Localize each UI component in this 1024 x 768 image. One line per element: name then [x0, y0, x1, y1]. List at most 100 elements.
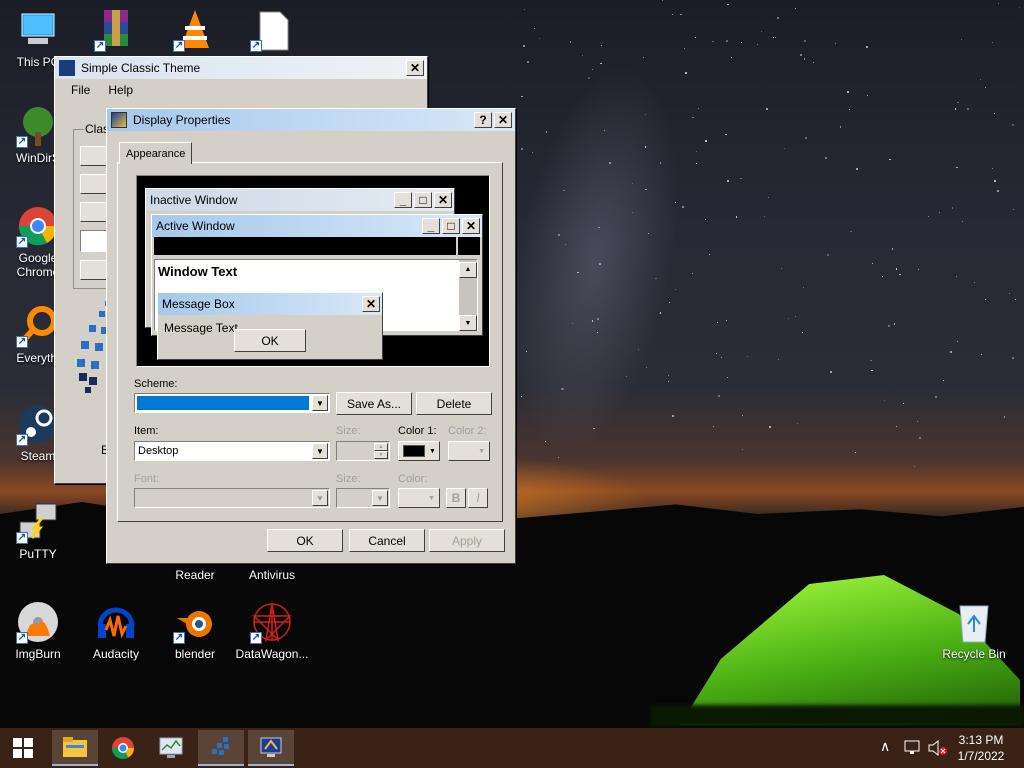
save-as-button[interactable]: Save As...: [336, 392, 412, 415]
chevron-down-icon: ▼: [478, 447, 485, 455]
bold-button[interactable]: B: [446, 488, 466, 508]
size-label: Size:: [336, 425, 361, 437]
star: [713, 425, 715, 427]
close-icon: ✕: [462, 218, 480, 234]
star: [951, 207, 954, 209]
desktop-icon-document[interactable]: ↗: [230, 8, 314, 55]
star: [794, 7, 796, 10]
chevron-down-icon[interactable]: ▼: [312, 395, 328, 411]
star: [655, 277, 657, 279]
star: [777, 16, 780, 19]
close-icon: ✕: [434, 192, 452, 208]
font-select[interactable]: ▼: [134, 488, 330, 508]
star: [716, 322, 718, 324]
font-color-picker[interactable]: ▼: [398, 488, 440, 508]
italic-button[interactable]: I: [468, 488, 488, 508]
color2-picker[interactable]: ▼: [448, 441, 490, 461]
close-button[interactable]: ✕: [406, 60, 424, 76]
network-icon[interactable]: [904, 740, 922, 756]
start-button[interactable]: [0, 730, 46, 766]
desktop-icon-vlc[interactable]: ↗: [153, 8, 237, 55]
desktop-icon-label: blender: [174, 647, 216, 661]
star: [888, 324, 890, 327]
star: [881, 276, 883, 278]
dialog-title: Display Properties: [133, 113, 231, 127]
desktop-icon-antivirus[interactable]: Antivirus: [230, 568, 314, 582]
chevron-down-icon[interactable]: ▼: [312, 490, 328, 506]
star: [718, 395, 720, 397]
desktop-icon-imgburn[interactable]: ↗ ImgBurn: [0, 600, 80, 661]
desktop-icon-recycle-bin[interactable]: Recycle Bin: [932, 600, 1016, 661]
menu-file[interactable]: File: [71, 83, 90, 97]
font-size-select[interactable]: ▼: [336, 488, 390, 508]
star: [631, 211, 633, 213]
desktop-icon-datawagon[interactable]: ↗ DataWagon...: [230, 600, 314, 661]
star: [903, 403, 905, 405]
clock-date: 1/7/2022: [957, 749, 1005, 763]
scheme-select[interactable]: ▼: [134, 393, 330, 413]
star: [609, 161, 612, 164]
taskbar-simple-classic-theme[interactable]: [198, 730, 244, 766]
star: [803, 58, 805, 60]
taskbar-file-explorer[interactable]: [52, 730, 98, 766]
help-button[interactable]: ?: [474, 112, 492, 128]
titlebar[interactable]: Simple Classic Theme ✕: [55, 57, 427, 79]
taskbar-task-manager[interactable]: [148, 730, 194, 766]
item-size-spinner[interactable]: ▲ ▼: [336, 441, 390, 461]
star: [866, 46, 868, 48]
color1-picker[interactable]: ▼: [398, 441, 440, 461]
tab-appearance[interactable]: Appearance: [119, 142, 193, 164]
color2-label: Color 2:: [448, 425, 487, 437]
item-select[interactable]: Desktop ▼: [134, 441, 330, 461]
star: [727, 180, 729, 183]
star: [763, 215, 765, 216]
taskbar-chrome[interactable]: [100, 730, 146, 766]
chevron-down-icon[interactable]: ▼: [312, 443, 328, 459]
star: [973, 281, 975, 283]
chrome-icon: [112, 737, 134, 759]
star: [891, 247, 894, 250]
clock[interactable]: 3:13 PM 1/7/2022: [950, 732, 1012, 764]
star: [981, 354, 983, 356]
spinner-arrows[interactable]: ▲ ▼: [374, 443, 388, 459]
star: [730, 56, 733, 58]
desktop-icon-blender[interactable]: ↗ blender: [153, 600, 237, 661]
star: [804, 39, 807, 42]
ok-button[interactable]: OK: [267, 529, 343, 552]
star: [956, 101, 959, 104]
titlebar[interactable]: Display Properties ? ✕: [107, 109, 515, 131]
star: [775, 36, 777, 38]
tab-label: Appearance: [126, 147, 186, 160]
datawagon-icon: ↗: [250, 600, 294, 644]
apply-button[interactable]: Apply: [429, 529, 505, 552]
desktop-icon-winrar[interactable]: ↗: [74, 8, 158, 55]
star: [603, 129, 605, 131]
desktop-icon-label: Recycle Bin: [942, 647, 1006, 661]
star: [769, 426, 771, 428]
star: [996, 189, 999, 192]
star: [715, 352, 718, 355]
menu-help[interactable]: Help: [108, 83, 133, 97]
display-icon: [111, 112, 127, 128]
star: [692, 272, 693, 274]
chevron-down-icon[interactable]: ▼: [372, 490, 388, 506]
desktop-icon-label: DataWagon...: [235, 647, 309, 661]
folder-icon: [63, 737, 87, 757]
star: [672, 13, 673, 15]
star: [735, 216, 738, 218]
delete-button[interactable]: Delete: [416, 392, 492, 415]
close-button[interactable]: ✕: [494, 112, 512, 128]
cancel-button[interactable]: Cancel: [349, 529, 425, 552]
desktop-icon-reader[interactable]: Reader: [153, 568, 237, 582]
star: [939, 211, 941, 214]
taskbar-display-properties[interactable]: [248, 730, 294, 766]
star: [597, 318, 599, 320]
volume-muted-icon[interactable]: [928, 740, 948, 756]
chevron-up-icon[interactable]: ∧: [880, 738, 890, 755]
star: [942, 379, 944, 381]
desktop-icon-audacity[interactable]: Audacity: [74, 600, 158, 661]
display-properties-icon: [260, 737, 282, 757]
display-properties-dialog[interactable]: Display Properties ? ✕ Appearance Inacti…: [106, 108, 516, 564]
desktop-icon-putty[interactable]: ↗ PuTTY: [0, 500, 80, 561]
monitor-chart-icon: [159, 737, 183, 758]
